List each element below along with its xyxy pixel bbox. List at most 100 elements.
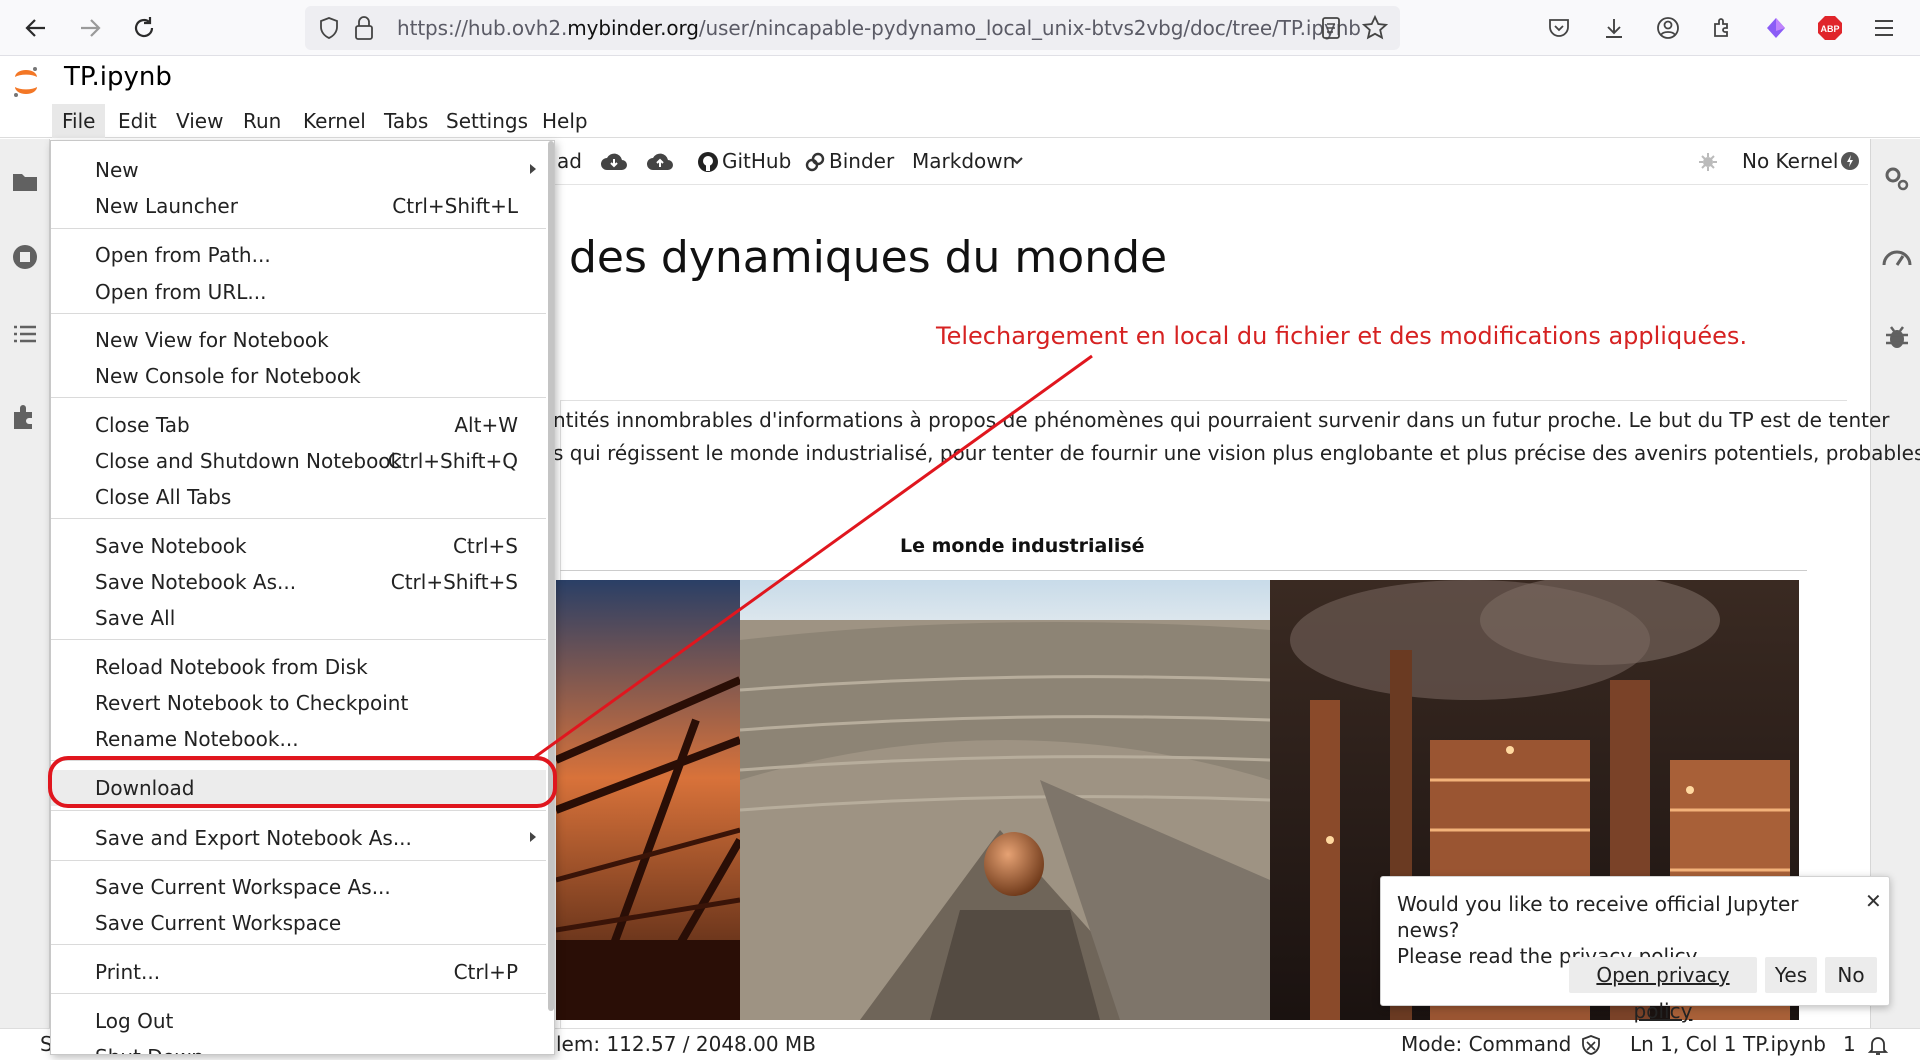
resource-usage-icon[interactable]	[1881, 243, 1913, 271]
extension-gem-icon[interactable]	[1760, 12, 1792, 44]
bookmark-star-icon[interactable]	[1361, 14, 1389, 45]
menu-item-close-and-shutdown[interactable]: Close and Shutdown Notebook Ctrl+Shift+Q	[51, 443, 546, 479]
menu-item-new-console[interactable]: New Console for Notebook	[51, 358, 546, 394]
notebook-heading: des dynamiques du monde	[569, 232, 1168, 283]
menu-help[interactable]: Help	[532, 104, 598, 138]
memory-usage: lem: 112.57 / 2048.00 MB	[556, 1032, 816, 1056]
menu-item-print[interactable]: Print... Ctrl+P	[51, 954, 546, 990]
menu-scrollbar[interactable]	[548, 141, 554, 1011]
toolbar-partial-label[interactable]: ad	[557, 149, 582, 173]
menu-item-new[interactable]: New	[51, 152, 546, 188]
account-icon[interactable]	[1652, 12, 1684, 44]
open-privacy-policy-button[interactable]: Open privacy policy	[1569, 957, 1757, 1023]
lock-icon[interactable]	[353, 15, 375, 45]
photo-open-pit-mine	[740, 580, 1270, 1020]
menu-settings[interactable]: Settings	[436, 104, 538, 138]
menu-separator	[51, 639, 546, 640]
submenu-arrow-icon	[530, 832, 536, 842]
cursor-position[interactable]: Ln 1, Col 1	[1630, 1032, 1736, 1056]
left-sidebar	[0, 139, 50, 1029]
table-of-contents-icon[interactable]	[10, 319, 40, 349]
notification-count: 1	[1843, 1032, 1856, 1056]
kernel-name[interactable]: No Kernel	[1742, 149, 1838, 173]
kernel-status-icon	[1841, 152, 1859, 170]
reader-view-icon[interactable]	[1320, 16, 1342, 44]
extensions-icon[interactable]	[1706, 12, 1738, 44]
adblock-plus-icon[interactable]: ABP	[1814, 12, 1846, 44]
menu-item-save-workspace[interactable]: Save Current Workspace	[51, 905, 546, 941]
no-button[interactable]: No	[1825, 957, 1877, 993]
image-caption: Le monde industrialisé	[900, 535, 1145, 557]
reload-icon[interactable]	[126, 10, 162, 46]
yes-button[interactable]: Yes	[1765, 957, 1817, 993]
cloud-download-icon[interactable]	[600, 151, 628, 173]
pocket-icon[interactable]	[1543, 12, 1575, 44]
property-inspector-icon[interactable]	[1883, 165, 1911, 193]
menu-item-save-notebook-as[interactable]: Save Notebook As... Ctrl+Shift+S	[51, 564, 546, 600]
menu-separator	[51, 518, 546, 519]
binder-button[interactable]: Binder	[829, 149, 894, 173]
extension-manager-icon[interactable]	[10, 402, 40, 432]
menu-item-close-all-tabs[interactable]: Close All Tabs	[51, 479, 546, 515]
cloud-upload-icon[interactable]	[646, 151, 674, 173]
menu-item-rename-notebook[interactable]: Rename Notebook...	[51, 721, 546, 757]
file-menu-dropdown: New New Launcher Ctrl+Shift+L Open from P…	[50, 140, 555, 1055]
trust-shield-icon[interactable]	[1580, 1034, 1602, 1056]
cell-type-select[interactable]: Markdown	[912, 149, 1015, 173]
back-icon[interactable]	[18, 10, 54, 46]
submenu-arrow-icon	[530, 164, 536, 174]
hamburger-menu-icon[interactable]	[1868, 12, 1900, 44]
menu-item-reload-from-disk[interactable]: Reload Notebook from Disk	[51, 649, 546, 685]
menu-tabs[interactable]: Tabs	[374, 104, 438, 138]
menu-separator	[51, 993, 546, 994]
menu-kernel[interactable]: Kernel	[293, 104, 376, 138]
jupyter-logo-icon	[10, 64, 42, 104]
photo-excavator-sunset	[556, 580, 740, 1020]
running-sessions-icon[interactable]	[10, 242, 40, 272]
menu-item-open-from-url[interactable]: Open from URL...	[51, 274, 546, 310]
menu-edit[interactable]: Edit	[108, 104, 167, 138]
menu-item-shut-down[interactable]: Shut Down	[51, 1039, 546, 1054]
downloads-icon[interactable]	[1598, 12, 1630, 44]
menu-item-close-tab[interactable]: Close Tab Alt+W	[51, 407, 546, 443]
github-button[interactable]: GitHub	[722, 149, 791, 173]
shield-icon[interactable]	[317, 16, 341, 44]
debugger-icon[interactable]	[1883, 323, 1911, 351]
menu-run[interactable]: Run	[233, 104, 291, 138]
kernel-settings-icon[interactable]	[1698, 152, 1718, 172]
forward-icon[interactable]	[72, 10, 108, 46]
menu-item-log-out[interactable]: Log Out	[51, 1003, 546, 1039]
folder-icon[interactable]	[10, 167, 40, 197]
menu-file[interactable]: File	[52, 104, 106, 138]
menu-separator	[51, 944, 546, 945]
paragraph-line-1: ntités innombrables d'informations à pro…	[553, 408, 1890, 432]
jupyter-header	[0, 56, 1920, 106]
menu-item-new-view[interactable]: New View for Notebook	[51, 322, 546, 358]
browser-toolbar: https://hub.ovh2.mybinder.org/user/ninca…	[0, 0, 1920, 56]
close-icon[interactable]: ✕	[1865, 889, 1882, 913]
status-filename: TP.ipynb	[1743, 1032, 1826, 1056]
github-icon[interactable]	[697, 151, 719, 173]
notification-line-1: Would you like to receive official Jupyt…	[1397, 892, 1799, 942]
menu-view[interactable]: View	[166, 104, 233, 138]
chevron-down-icon[interactable]	[1010, 156, 1024, 166]
menu-item-save-workspace-as[interactable]: Save Current Workspace As...	[51, 869, 546, 905]
menu-item-open-from-path[interactable]: Open from Path...	[51, 237, 546, 273]
binder-icon[interactable]	[804, 151, 826, 173]
menu-item-save-and-export[interactable]: Save and Export Notebook As...	[51, 820, 546, 856]
menu-item-revert-to-checkpoint[interactable]: Revert Notebook to Checkpoint	[51, 685, 546, 721]
menu-item-save-all[interactable]: Save All	[51, 600, 546, 636]
mode-indicator[interactable]: Mode: Command	[1401, 1032, 1571, 1056]
address-bar[interactable]: https://hub.ovh2.mybinder.org/user/ninca…	[305, 6, 1400, 50]
url-text[interactable]: https://hub.ovh2.mybinder.org/user/ninca…	[397, 16, 1361, 40]
menu-separator	[51, 228, 546, 229]
menu-separator	[51, 860, 546, 861]
annotation-text: Telechargement en local du fichier et de…	[936, 322, 1748, 350]
menu-separator	[51, 397, 546, 398]
menubar: File Edit View Run Kernel Tabs Settings …	[0, 104, 1920, 138]
menu-item-save-notebook[interactable]: Save Notebook Ctrl+S	[51, 528, 546, 564]
bell-icon[interactable]	[1866, 1033, 1890, 1057]
caption-divider	[560, 570, 1807, 571]
menu-item-new-launcher[interactable]: New Launcher Ctrl+Shift+L	[51, 188, 546, 224]
svg-text:ABP: ABP	[1820, 24, 1839, 34]
